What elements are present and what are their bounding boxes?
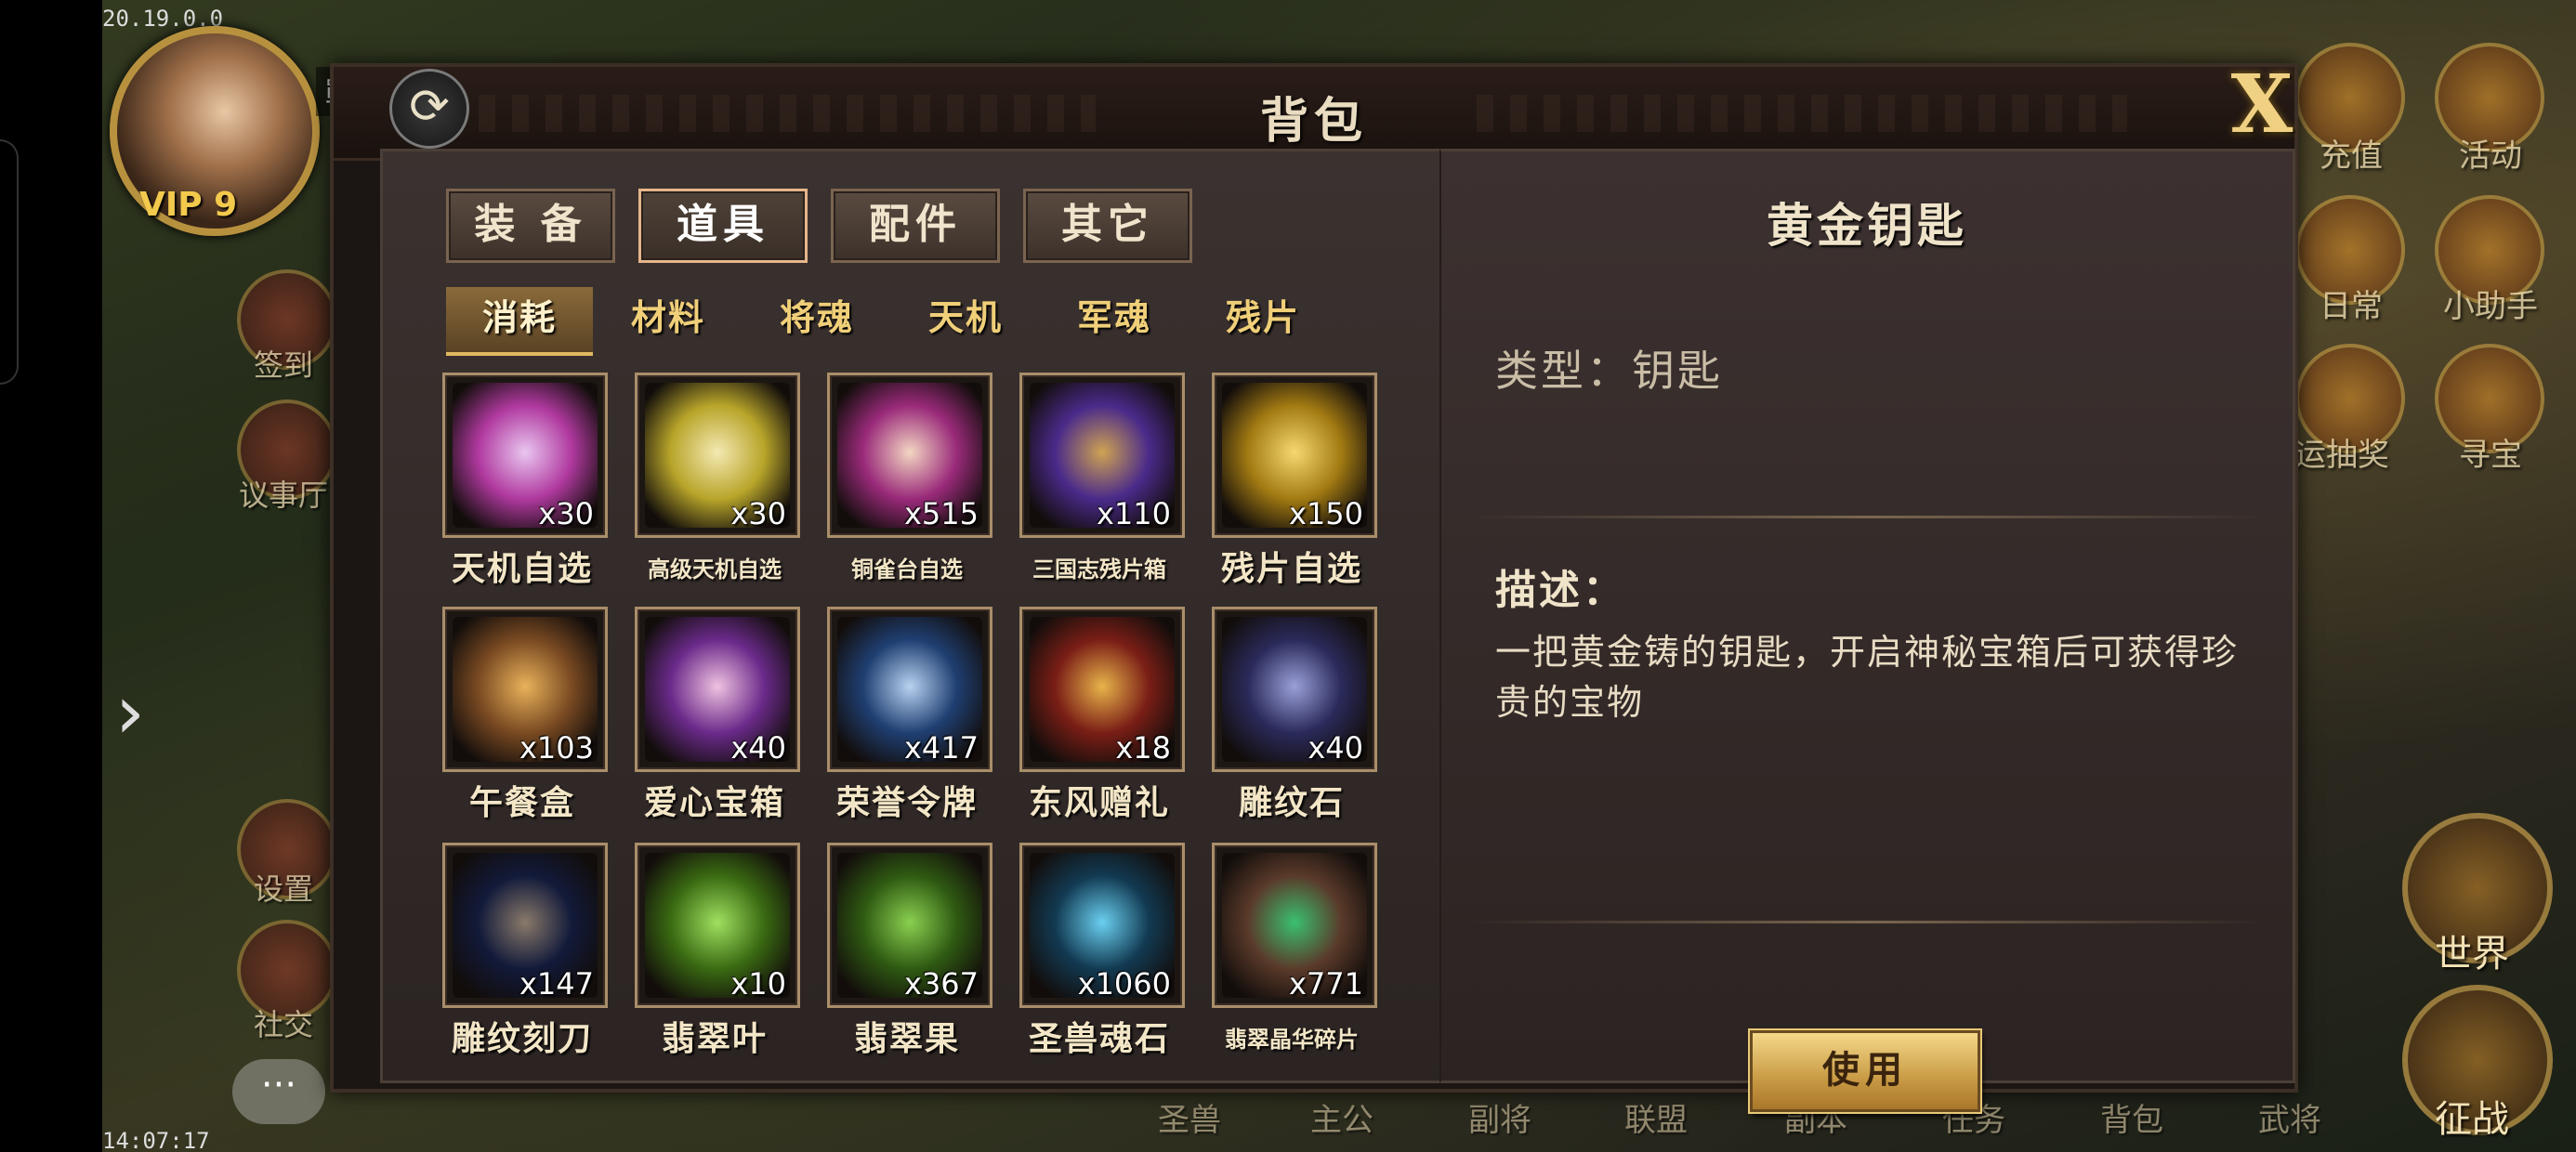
inventory-slot[interactable]: x110 bbox=[1019, 373, 1185, 538]
inventory-slot[interactable]: x771 bbox=[1212, 843, 1377, 1008]
item-count: x367 bbox=[903, 966, 979, 1001]
inventory-slot[interactable]: x40 bbox=[1212, 607, 1377, 772]
item-count: x103 bbox=[519, 730, 594, 766]
divider bbox=[1469, 921, 2265, 923]
clock-text: 14:07:17 bbox=[102, 1128, 210, 1152]
right-menu-treasure[interactable]: 寻宝 bbox=[2416, 429, 2565, 475]
item-count: x515 bbox=[903, 496, 979, 531]
inventory-slot[interactable]: x10 bbox=[635, 843, 800, 1008]
right-menu-daily[interactable]: 日常 bbox=[2277, 281, 2425, 326]
inventory-slot[interactable]: x30 bbox=[635, 373, 800, 538]
inventory-slot[interactable]: x515 bbox=[827, 373, 992, 538]
inventory-slot[interactable]: x103 bbox=[442, 607, 608, 772]
inventory-slot[interactable]: x417 bbox=[827, 607, 992, 772]
expedition-button-label[interactable]: 征战 bbox=[2398, 1089, 2546, 1143]
item-name: 荣誉令牌 bbox=[835, 783, 978, 822]
subtab-general-souls[interactable]: 将魂 bbox=[743, 287, 890, 352]
item-name: 圣兽魂石 bbox=[1028, 1019, 1170, 1058]
inventory-slot[interactable]: x147 bbox=[442, 843, 608, 1008]
item-name: 天机自选 bbox=[451, 549, 593, 588]
window-title: 背包 bbox=[1259, 93, 1368, 150]
item-name: 高级天机自选 bbox=[648, 556, 782, 583]
right-menu-helper[interactable]: 小助手 bbox=[2416, 281, 2565, 326]
item-count: x18 bbox=[1115, 730, 1171, 766]
item-name: 雕纹刻刀 bbox=[451, 1019, 593, 1058]
nav-beast[interactable]: 圣兽 bbox=[1158, 1094, 1221, 1140]
item-name: 翡翠晶华碎片 bbox=[1225, 1026, 1359, 1053]
tab-accessories[interactable]: 配件 bbox=[831, 189, 1000, 263]
game-screen: 20.19.0.0 VIP 9 戰力 签到 议事厅 设置 社交 › 充值 活动 … bbox=[0, 0, 2576, 1152]
item-name: 午餐盒 bbox=[468, 783, 575, 822]
item-name: 三国志残片箱 bbox=[1032, 556, 1166, 583]
item-count: x147 bbox=[519, 966, 594, 1001]
inventory-slot[interactable]: x40 bbox=[635, 607, 800, 772]
item-detail-title: 黄金钥匙 bbox=[1767, 198, 1967, 253]
item-detail-panel: 黄金钥匙 类型：钥匙 描述： 一把黄金铸的钥匙，开启神秘宝箱后可获得珍贵的宝物 … bbox=[1439, 149, 2295, 1112]
expand-arrow-icon[interactable]: › bbox=[115, 669, 145, 755]
subtab-materials[interactable]: 材料 bbox=[595, 287, 742, 352]
item-type: 类型：钥匙 bbox=[1495, 346, 1723, 396]
inventory-slot[interactable]: x1060 bbox=[1019, 843, 1185, 1008]
item-count: x771 bbox=[1288, 966, 1363, 1001]
item-name: 翡翠叶 bbox=[661, 1019, 768, 1058]
inventory-panel: 装 备道具 配件 其它 消耗 材料 将魂 天机 军魂 残片 x30 天机自选 x30 高级天机自选 x… bbox=[380, 149, 1445, 1083]
nav-lord[interactable]: 主公 bbox=[1310, 1094, 1373, 1140]
nav-deputy[interactable]: 副将 bbox=[1468, 1094, 1531, 1140]
item-count: x1060 bbox=[1077, 966, 1171, 1001]
item-count: x10 bbox=[730, 966, 786, 1001]
inventory-slot[interactable]: x30 bbox=[442, 373, 608, 538]
edge-handle bbox=[0, 139, 19, 385]
use-button[interactable]: 使用 bbox=[1750, 1030, 1980, 1112]
refresh-icon[interactable]: ⟳ bbox=[389, 69, 469, 149]
world-button-label[interactable]: 世界 bbox=[2398, 923, 2546, 977]
nav-generals[interactable]: 武将 bbox=[2258, 1094, 2321, 1140]
inventory-slot[interactable]: x367 bbox=[827, 843, 992, 1008]
close-icon[interactable]: X bbox=[2220, 63, 2304, 147]
item-name: 翡翠果 bbox=[853, 1019, 960, 1058]
item-name: 残片自选 bbox=[1220, 549, 1362, 588]
right-menu-event[interactable]: 活动 bbox=[2416, 130, 2565, 176]
title-bar: 背包 bbox=[334, 67, 2294, 161]
chat-icon[interactable]: ··· bbox=[232, 1059, 325, 1124]
item-name: 铜雀台自选 bbox=[851, 556, 963, 583]
subtab-fragments[interactable]: 残片 bbox=[1189, 287, 1336, 352]
divider bbox=[1469, 516, 2265, 518]
inventory-slot[interactable]: x18 bbox=[1019, 607, 1185, 772]
item-count: x110 bbox=[1096, 496, 1171, 531]
description-heading: 描述： bbox=[1495, 567, 1626, 614]
item-count: x40 bbox=[730, 730, 786, 766]
item-name: 爱心宝箱 bbox=[643, 783, 785, 822]
vip-badge: VIP 9 bbox=[139, 186, 238, 224]
tab-other[interactable]: 其它 bbox=[1023, 189, 1192, 263]
bag-window: 背包 ⟳ X 装 备道具 配件 其它 消耗 材料 将魂 天机 军魂 残片 x30 天机自选 x30… bbox=[330, 63, 2298, 1112]
item-name: 雕纹石 bbox=[1238, 783, 1345, 822]
item-count: x417 bbox=[903, 730, 979, 766]
item-count: x30 bbox=[538, 496, 594, 531]
subtab-consumables[interactable]: 消耗 bbox=[446, 287, 593, 356]
subtab-tianji[interactable]: 天机 bbox=[892, 287, 1039, 352]
subtab-army-souls[interactable]: 军魂 bbox=[1041, 287, 1188, 352]
item-name: 东风赠礼 bbox=[1028, 783, 1170, 822]
inventory-slot[interactable]: x150 bbox=[1212, 373, 1377, 538]
nav-alliance[interactable]: 联盟 bbox=[1624, 1094, 1688, 1140]
item-count: x150 bbox=[1288, 496, 1363, 531]
tab-items[interactable]: 道具 bbox=[638, 189, 808, 263]
nav-bag[interactable]: 背包 bbox=[2100, 1094, 2163, 1140]
item-count: x30 bbox=[730, 496, 786, 531]
item-description: 一把黄金铸的钥匙，开启神秘宝箱后可获得珍贵的宝物 bbox=[1495, 632, 2240, 723]
item-count: x40 bbox=[1308, 730, 1363, 766]
tab-equipment[interactable]: 装 备 bbox=[446, 189, 615, 263]
